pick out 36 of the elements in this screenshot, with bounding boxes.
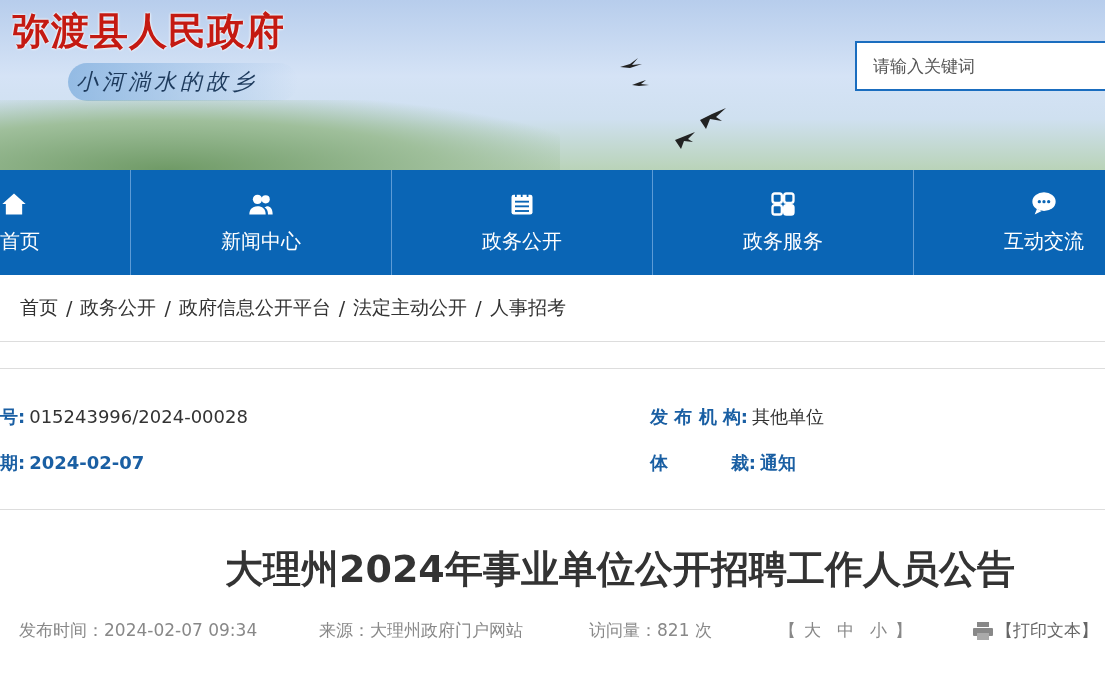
meta-value: 通知	[759, 451, 796, 475]
breadcrumb-separator: /	[338, 297, 346, 319]
meta-value: 2024-02-07	[29, 452, 145, 473]
nav-item[interactable]: 互动交流	[914, 170, 1105, 275]
publish-time: 发布时间：2024-02-07 09:34	[19, 619, 259, 642]
nav-item[interactable]: 政务服务	[653, 170, 914, 275]
bracket-text: 】	[895, 619, 912, 642]
site-title: 弥渡县人民政府	[12, 7, 286, 55]
breadcrumb-link[interactable]: 法定主动公开	[353, 295, 468, 321]
breadcrumb-link[interactable]: 政务公开	[80, 295, 157, 321]
nav-item[interactable]: 新闻中心	[131, 170, 392, 275]
article-title: 大理州2024年事业单位公开招聘工作人员公告	[225, 546, 1016, 593]
meta-label: 体 裁:	[650, 451, 756, 475]
font-size-link[interactable]: 中	[837, 619, 854, 642]
printer-icon	[972, 620, 994, 641]
breadcrumb-separator: /	[475, 297, 482, 319]
meta-label: 号:	[0, 405, 26, 429]
font-size-link[interactable]: 大	[804, 619, 821, 642]
print-link[interactable]: 【打印文本】	[972, 619, 1098, 642]
nav-item[interactable]: 首页	[0, 170, 131, 275]
breadcrumb-link[interactable]: 人事招考	[489, 295, 566, 321]
bracket-text: 【	[779, 619, 796, 642]
grid-icon	[769, 190, 797, 218]
breadcrumb-link[interactable]: 政府信息公开平台	[178, 295, 331, 321]
meta-label: 发 布 机 构:	[650, 405, 748, 429]
breadcrumb-separator: /	[66, 297, 73, 319]
breadcrumb-link[interactable]: 首页	[20, 295, 58, 321]
source-text: 来源：大理州政府门户网站	[319, 619, 524, 642]
meta-label: 期:	[0, 451, 26, 475]
search-field[interactable]: 请输入关键词	[855, 41, 1105, 91]
meta-value: 015243996/2024-00028	[29, 406, 248, 427]
nav-item[interactable]: 政务公开	[392, 170, 653, 275]
breadcrumb-separator: /	[164, 297, 171, 319]
view-count: 访问量：821 次	[589, 619, 713, 642]
meta-value: 其他单位	[752, 405, 824, 429]
font-size-link[interactable]: 小	[870, 619, 887, 642]
